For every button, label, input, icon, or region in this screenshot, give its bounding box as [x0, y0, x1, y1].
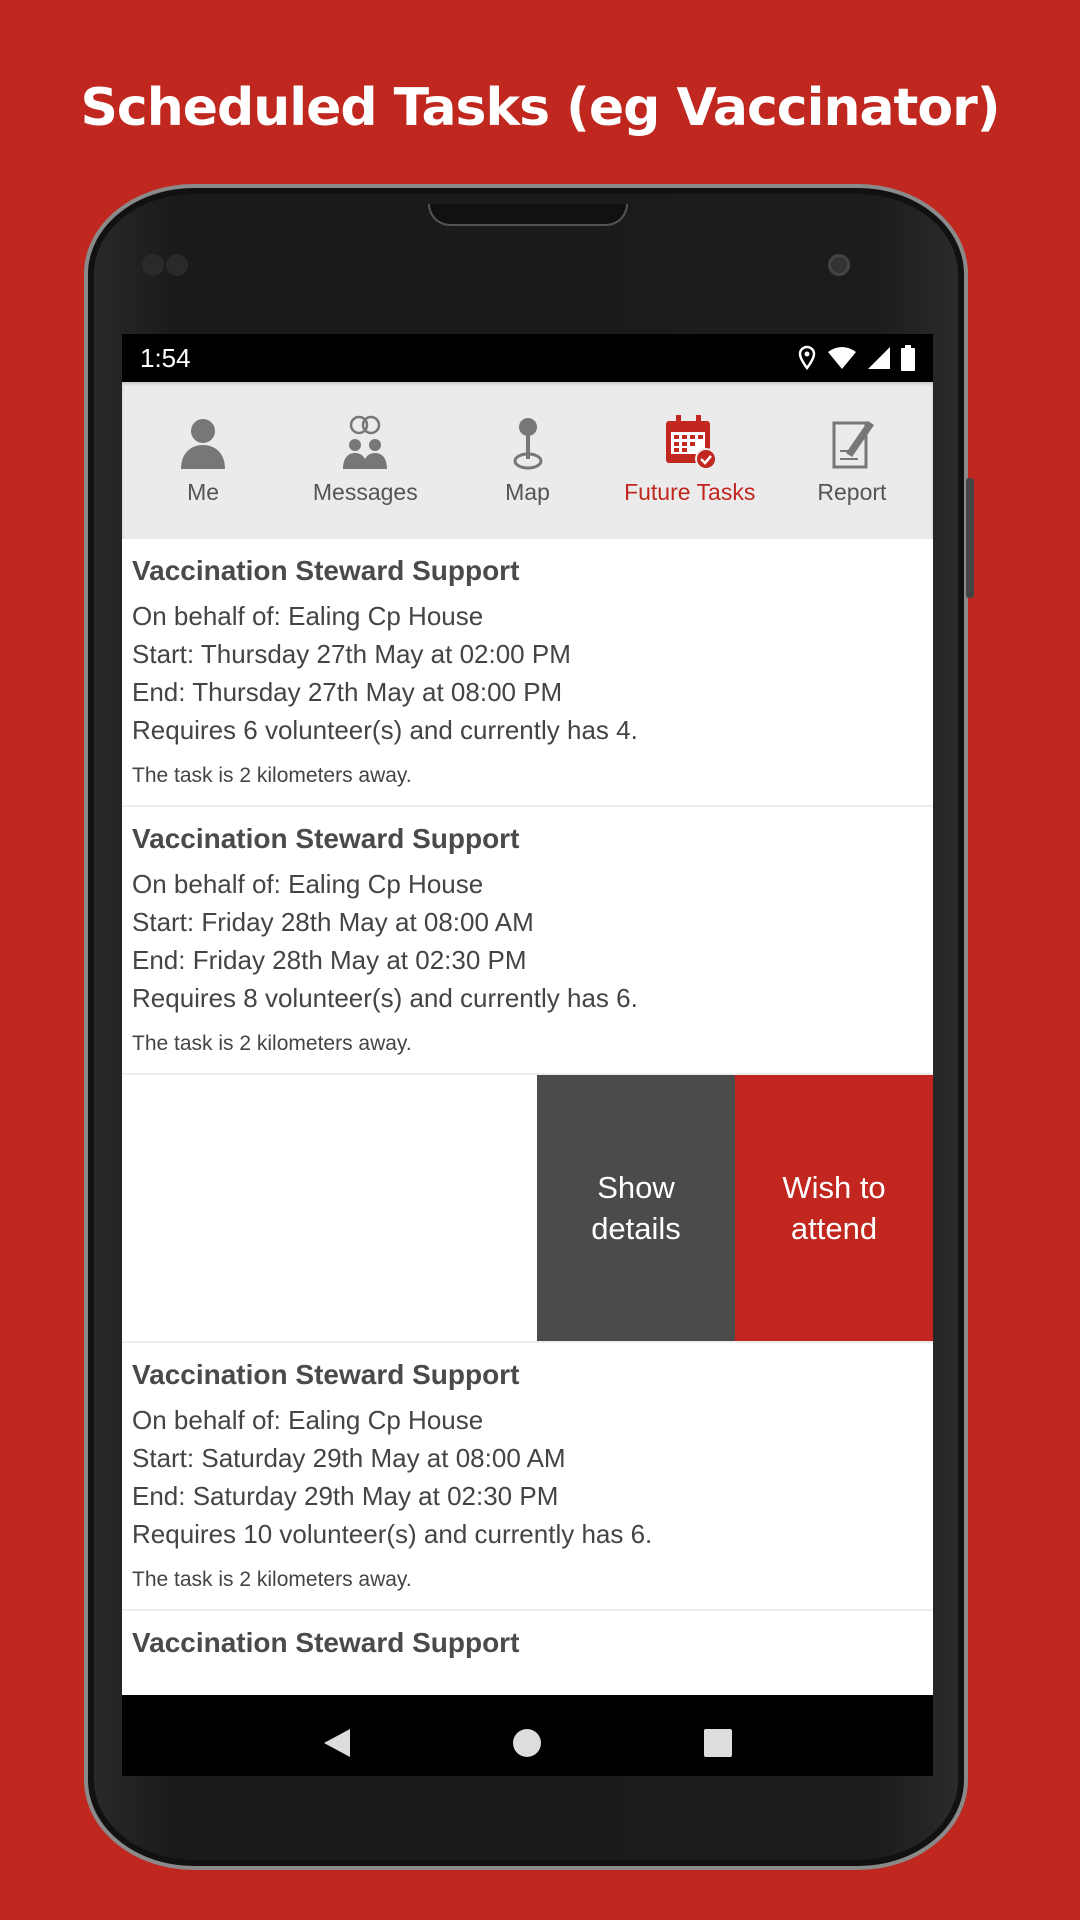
tab-report[interactable]: Report	[771, 382, 933, 539]
tab-messages[interactable]: Messages	[284, 382, 446, 539]
wish-to-attend-button[interactable]: Wish to attend	[735, 1075, 933, 1341]
task-start: Start: Friday 28th May at 08:00 AM	[132, 907, 534, 937]
task-behalf: On behalf of: Ealing Cp House	[132, 869, 484, 899]
home-icon[interactable]	[512, 1728, 542, 1758]
task-requires: Requires 8 volunteer(s) and currently ha…	[132, 983, 638, 1013]
back-icon[interactable]	[322, 1727, 352, 1759]
sensor-icon	[166, 254, 188, 276]
task-end: End: Friday 28th May at 02:30 PM	[132, 945, 527, 975]
show-details-button[interactable]: Show details	[537, 1075, 735, 1341]
map-pin-icon	[513, 418, 542, 470]
task-end: End: Saturday 29th May at 02:30 PM	[132, 1481, 559, 1511]
task-item[interactable]: Vaccination Steward Support	[122, 1611, 933, 1695]
task-start: Start: Saturday 29th May at 08:00 AM	[132, 1443, 566, 1473]
task-behalf: On behalf of: Ealing Cp House	[132, 601, 484, 631]
page-headline: Scheduled Tasks (eg Vaccinator)	[80, 78, 1000, 138]
task-title: Vaccination Steward Support	[132, 555, 520, 586]
android-nav-bar	[122, 1695, 933, 1776]
people-chat-icon	[343, 415, 388, 469]
task-title: Vaccination Steward Support	[132, 823, 520, 854]
tab-me[interactable]: Me	[122, 382, 284, 539]
button-label: Show details	[591, 1170, 681, 1246]
task-requires: Requires 10 volunteer(s) and currently h…	[132, 1519, 653, 1549]
battery-icon	[901, 345, 915, 371]
task-title: Vaccination Steward Support	[132, 1627, 520, 1658]
recents-icon[interactable]	[703, 1728, 733, 1758]
speaker-grille	[428, 204, 628, 226]
task-item[interactable]: Vaccination Steward Support On behalf of…	[122, 1343, 933, 1611]
task-list[interactable]: Vaccination Steward Support On behalf of…	[122, 539, 933, 1695]
tab-label: Future Tasks	[624, 479, 756, 505]
power-button	[966, 478, 974, 598]
status-time: 1:54	[140, 342, 191, 373]
task-behalf: On behalf of: Ealing Cp House	[132, 1405, 484, 1435]
button-label: Wish to attend	[782, 1170, 886, 1246]
swiped-item-area[interactable]	[122, 1075, 537, 1341]
sensor-icon	[142, 254, 164, 276]
task-distance: The task is 2 kilometers away.	[132, 1568, 412, 1591]
task-distance: The task is 2 kilometers away.	[132, 764, 412, 787]
tab-future-tasks[interactable]: Future Tasks	[609, 382, 771, 539]
wifi-icon	[828, 347, 856, 369]
tab-label: Messages	[312, 479, 418, 505]
task-requires: Requires 6 volunteer(s) and currently ha…	[132, 715, 638, 745]
task-start: Start: Thursday 27th May at 02:00 PM	[132, 639, 571, 669]
top-tab-bar: Me Messages Map Future Tasks Report	[122, 382, 933, 539]
tab-label: Me	[187, 479, 220, 505]
task-distance: The task is 2 kilometers away.	[132, 1032, 412, 1055]
task-item[interactable]: Vaccination Steward Support On behalf of…	[122, 807, 933, 1075]
phone-screen: 1:54 Me Messages Map Future Tasks Report	[122, 334, 933, 1776]
task-title: Vaccination Steward Support	[132, 1359, 520, 1390]
tab-map[interactable]: Map	[446, 382, 608, 539]
status-bar: 1:54	[122, 334, 933, 382]
location-icon	[798, 345, 816, 371]
calendar-check-icon	[665, 415, 716, 470]
tab-label: Map	[505, 479, 550, 505]
task-item[interactable]: Vaccination Steward Support On behalf of…	[122, 539, 933, 807]
swiped-task-actions: Show details Wish to attend	[122, 1075, 933, 1343]
signal-icon	[868, 347, 890, 369]
report-edit-icon	[832, 421, 874, 469]
camera-icon	[828, 254, 850, 276]
task-end: End: Thursday 27th May at 08:00 PM	[132, 677, 563, 707]
person-icon	[181, 419, 226, 469]
tab-label: Report	[817, 479, 887, 505]
